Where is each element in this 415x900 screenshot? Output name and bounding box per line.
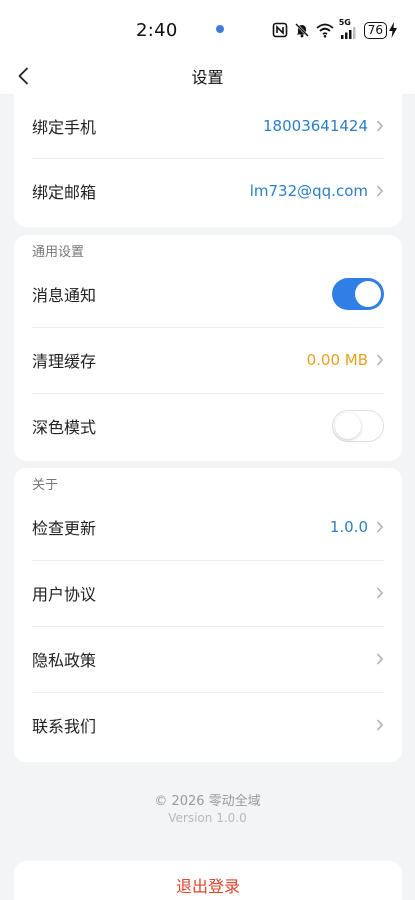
chevron-right-icon — [377, 653, 384, 665]
toggle-knob — [355, 281, 381, 307]
privacy-policy-row[interactable]: 隐私政策 — [14, 626, 402, 692]
check-update-row[interactable]: 检查更新 1.0.0 — [14, 494, 402, 560]
dark-mode-toggle[interactable] — [332, 410, 384, 442]
scrollbar[interactable] — [411, 94, 415, 900]
about-card: 关于 检查更新 1.0.0 用户协议 隐私政策 联系我们 — [14, 468, 402, 762]
network-type: 5G — [338, 18, 351, 27]
chevron-right-icon — [377, 521, 384, 533]
notification-dot-icon — [216, 25, 224, 33]
bind-phone-label: 绑定手机 — [32, 118, 97, 137]
cache-size-value: 0.00 MB — [306, 351, 368, 369]
nfc-icon — [272, 22, 288, 38]
toggle-knob — [335, 412, 361, 439]
bind-email-value: lm732@qq.com — [249, 182, 368, 200]
notifications-toggle[interactable] — [332, 278, 384, 310]
section-label-general: 通用设置 — [32, 245, 85, 260]
chevron-right-icon — [377, 185, 384, 197]
user-agreement-label: 用户协议 — [32, 585, 97, 604]
clear-cache-row[interactable]: 清理缓存 0.00 MB — [14, 327, 402, 393]
dark-mode-row: 深色模式 — [14, 393, 402, 459]
signal-icon — [340, 27, 356, 39]
contact-us-row[interactable]: 联系我们 — [14, 692, 402, 758]
battery-icon: 76 — [363, 21, 387, 39]
app-version-value: 1.0.0 — [329, 518, 368, 536]
bind-email-row[interactable]: 绑定邮箱 lm732@qq.com — [14, 158, 402, 224]
privacy-policy-label: 隐私政策 — [32, 651, 97, 670]
chevron-right-icon — [377, 587, 384, 599]
section-label-about: 关于 — [32, 478, 59, 493]
clear-cache-label: 清理缓存 — [32, 352, 97, 371]
battery: 76 — [363, 21, 397, 39]
bind-email-label: 绑定邮箱 — [32, 183, 97, 202]
check-update-label: 检查更新 — [32, 519, 97, 538]
page-title: 设置 — [191, 68, 224, 87]
bind-phone-row[interactable]: 绑定手机 18003641424 — [14, 94, 402, 158]
user-agreement-row[interactable]: 用户协议 — [14, 560, 402, 626]
notifications-label: 消息通知 — [32, 286, 97, 305]
chevron-right-icon — [377, 120, 384, 132]
status-icons: 5G 76 — [272, 18, 397, 40]
status-bar: 2:40 5G 76 — [0, 0, 415, 58]
version-text: Version 1.0.0 — [168, 811, 247, 825]
bind-phone-value: 18003641424 — [263, 117, 368, 135]
notifications-row: 消息通知 — [14, 261, 402, 327]
account-card: 绑定手机 18003641424 绑定邮箱 lm732@qq.com — [14, 94, 402, 227]
status-time: 2:40 — [136, 20, 178, 41]
dark-mode-label: 深色模式 — [32, 418, 97, 437]
mute-icon — [294, 23, 309, 38]
charging-icon — [389, 22, 397, 38]
chevron-right-icon — [377, 354, 384, 366]
contact-us-label: 联系我们 — [32, 717, 97, 736]
general-settings-card: 通用设置 消息通知 清理缓存 0.00 MB 深色模式 — [14, 235, 402, 461]
logout-button[interactable]: 退出登录 — [14, 861, 402, 900]
chevron-right-icon — [377, 719, 384, 731]
cellular-signal: 5G — [338, 18, 358, 39]
copyright-text: © 2026 零动全域 — [154, 794, 261, 809]
nav-bar: 设置 — [0, 58, 415, 94]
wifi-icon — [316, 23, 334, 38]
